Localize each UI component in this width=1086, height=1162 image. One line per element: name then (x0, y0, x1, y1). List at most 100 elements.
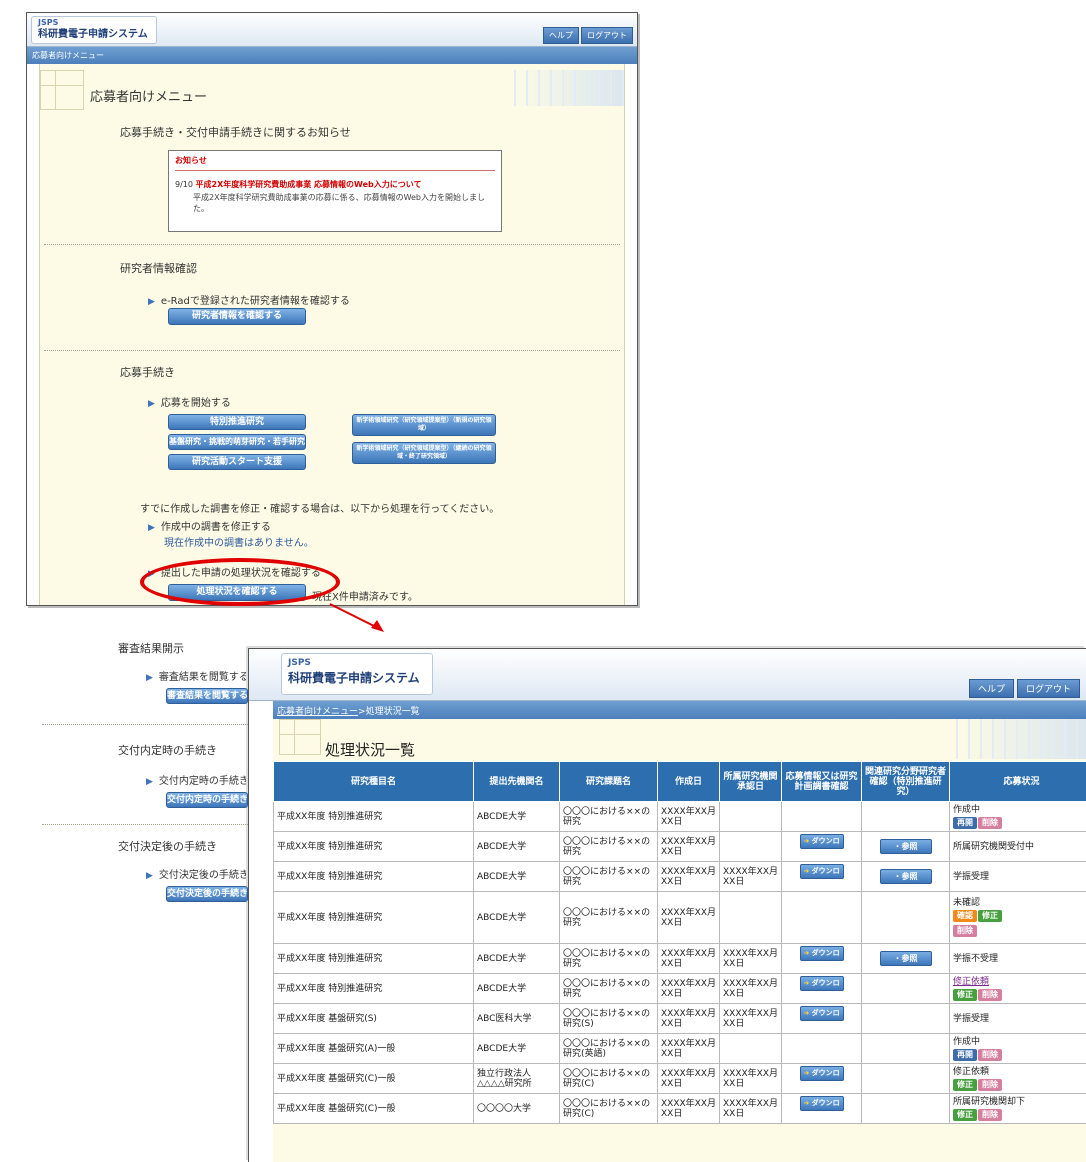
reference-button[interactable]: ・参照 (879, 839, 932, 854)
cell-reference (861, 1063, 950, 1094)
delete-button[interactable]: 削除 (978, 1078, 1002, 1091)
divider (42, 824, 248, 825)
post-decision-item-label: 交付決定後の手続きを行う (158, 870, 246, 881)
review-item: ▶ 審査結果を閲覧する (146, 668, 246, 683)
cell-research-kind: 平成XX年度 特別推進研究 (273, 861, 474, 892)
menu-content: 応募者向けメニュー 応募手続き・交付申請手続きに関するお知らせ お知らせ 9/1… (39, 64, 625, 605)
cell-reference (861, 891, 950, 944)
arrow-right-icon: ▶ (148, 399, 155, 409)
post-decision-button[interactable]: 交付決定後の手続きを行う (166, 886, 248, 902)
download-button[interactable]: ➜ ダウンロード (799, 864, 844, 888)
edit-button[interactable]: 修正 (953, 1078, 977, 1091)
cell-reference (861, 973, 950, 1004)
cell-research-kind: 平成XX年度 特別推進研究 (273, 943, 474, 974)
download-button[interactable]: ➜ ダウンロード (799, 1096, 844, 1120)
delete-button[interactable]: 削除 (953, 925, 977, 937)
apply-button-tokusui[interactable]: 特別推進研究 (168, 414, 306, 430)
reference-button[interactable]: ・参照 (879, 869, 932, 884)
cell-reference (861, 1033, 950, 1064)
cell-status: 学振受理 (949, 1003, 1086, 1034)
cell-download: ➜ ダウンロード (781, 973, 862, 1004)
resume-button[interactable]: 再開 (953, 816, 977, 829)
cell-research-kind: 平成XX年度 特別推進研究 (273, 973, 474, 1004)
cell-download: ➜ ダウンロード (781, 831, 862, 862)
column-header: 応募状況 (949, 761, 1086, 802)
cell-institution: ABCDE大学 (473, 861, 560, 892)
cell-approved-date: XXXX年XX月XX日 (719, 1093, 782, 1124)
download-button[interactable]: ➜ ダウンロード (799, 976, 844, 1000)
arrow-right-icon: ▶ (146, 673, 153, 683)
system-logo: JSPS 科研費電子申請システム (31, 16, 157, 44)
download-button[interactable]: ➜ ダウンロード (799, 1006, 844, 1030)
status-text: 所属研究機関却下 (953, 1096, 1026, 1107)
grant-decision-item-label: 交付内定時の手続きを行う (158, 776, 246, 787)
logout-button[interactable]: ログアウト (1016, 679, 1080, 698)
reference-button[interactable]: ・参照 (879, 951, 932, 966)
resume-button[interactable]: 再開 (953, 1048, 977, 1061)
cell-download: ➜ ダウンロード (781, 861, 862, 892)
download-label: ダウンロード (811, 949, 840, 970)
status-text[interactable]: 修正依頼 (953, 977, 1086, 987)
download-label: ダウンロード (811, 1069, 840, 1090)
logo-title: 科研費電子申請システム (288, 671, 420, 685)
status-text: 作成中 (953, 1036, 981, 1047)
highlight-ellipse (140, 558, 340, 606)
cell-created-date: XXXX年XX月XX日 (657, 801, 720, 832)
page-title: 応募者向けメニュー (90, 90, 208, 105)
breadcrumb-menu-link[interactable]: 応募者向けメニュー (277, 707, 358, 717)
arrow-right-icon: ▶ (148, 523, 155, 533)
help-button[interactable]: ヘルプ (968, 679, 1014, 698)
logout-button[interactable]: ログアウト (581, 27, 633, 44)
table-row: 平成XX年度 特別推進研究 ABCDE大学 〇〇〇における××の研究 XXXX年XX月… (273, 891, 1086, 944)
download-label: ダウンロード (811, 1099, 840, 1120)
apply-button-kiban[interactable]: 基盤研究・挑戦的萌芽研究・若手研究 (168, 434, 306, 450)
cell-institution: ABCDE大学 (473, 831, 560, 862)
download-button[interactable]: ➜ ダウンロード (799, 1066, 844, 1090)
edit-button[interactable]: 修正 (953, 988, 977, 1001)
cell-topic: 〇〇〇における××の研究 (559, 891, 658, 944)
cell-approved-date: XXXX年XX月XX日 (719, 943, 782, 974)
breadcrumb-current: 処理状況一覧 (365, 707, 420, 717)
cell-topic: 〇〇〇における××の研究(C) (559, 1063, 658, 1094)
cell-topic: 〇〇〇における××の研究 (559, 973, 658, 1004)
delete-button[interactable]: 削除 (978, 988, 1002, 1001)
status-text: 学振受理 (953, 871, 990, 882)
cell-approved-date (719, 801, 782, 832)
grant-decision-button[interactable]: 交付内定時の手続きを行う (166, 792, 248, 808)
grant-decision-section-title: 交付内定時の手続き (118, 744, 217, 757)
table-row: 平成XX年度 特別推進研究 ABCDE大学 〇〇〇における××の研究 XXXX年XX月… (273, 801, 1086, 832)
confirm-button[interactable]: 確認 (953, 910, 977, 922)
researcher-info-button[interactable]: 研究者情報を確認する (168, 308, 306, 325)
edit-button[interactable]: 修正 (953, 1108, 977, 1121)
review-button[interactable]: 審査結果を閲覧する (166, 688, 248, 704)
download-button[interactable]: ➜ ダウンロード (799, 834, 844, 858)
cell-download (781, 1033, 862, 1064)
apply-button-shingakujutsu-continue[interactable]: 新学術領域研究（研究領域提案型）（継続の研究領域・終了研究領域） (352, 442, 496, 464)
column-header: 研究種目名 (273, 761, 474, 802)
download-button[interactable]: ➜ ダウンロード (799, 946, 844, 970)
cell-created-date: XXXX年XX月XX日 (657, 1003, 720, 1034)
notice-link[interactable]: 平成2X年度科学研究費助成事業 応募情報のWeb入力について (196, 180, 422, 189)
cell-institution: ABCDE大学 (473, 1033, 560, 1064)
download-icon: ➜ (803, 1069, 812, 1077)
cell-created-date: XXXX年XX月XX日 (657, 943, 720, 974)
edit-button[interactable]: 修正 (978, 910, 1002, 922)
cell-institution: ABCDE大学 (473, 801, 560, 832)
apply-button-shingakujutsu-new[interactable]: 新学術領域研究（研究領域提案型）（新規の研究領域） (352, 414, 496, 436)
cell-research-kind: 平成XX年度 特別推進研究 (273, 891, 474, 944)
page-title: 処理状況一覧 (325, 741, 416, 759)
apply-button-start[interactable]: 研究活動スタート支援 (168, 454, 306, 470)
delete-button[interactable]: 削除 (978, 1048, 1002, 1061)
divider (42, 724, 248, 725)
modify-item-label: 作成中の調書を修正する (160, 522, 271, 533)
cell-reference: ・参照 (861, 943, 950, 974)
delete-button[interactable]: 削除 (978, 1108, 1002, 1121)
help-button[interactable]: ヘルプ (543, 27, 579, 44)
cell-topic: 〇〇〇における××の研究(S) (559, 1003, 658, 1034)
cell-research-kind: 平成XX年度 基盤研究(S) (273, 1003, 474, 1034)
download-icon: ➜ (803, 867, 812, 875)
delete-button[interactable]: 削除 (978, 816, 1002, 829)
download-icon: ➜ (803, 837, 812, 845)
cell-status: 作成中 再開 削除 (949, 1033, 1086, 1064)
reference-label: 参照 (901, 872, 918, 881)
